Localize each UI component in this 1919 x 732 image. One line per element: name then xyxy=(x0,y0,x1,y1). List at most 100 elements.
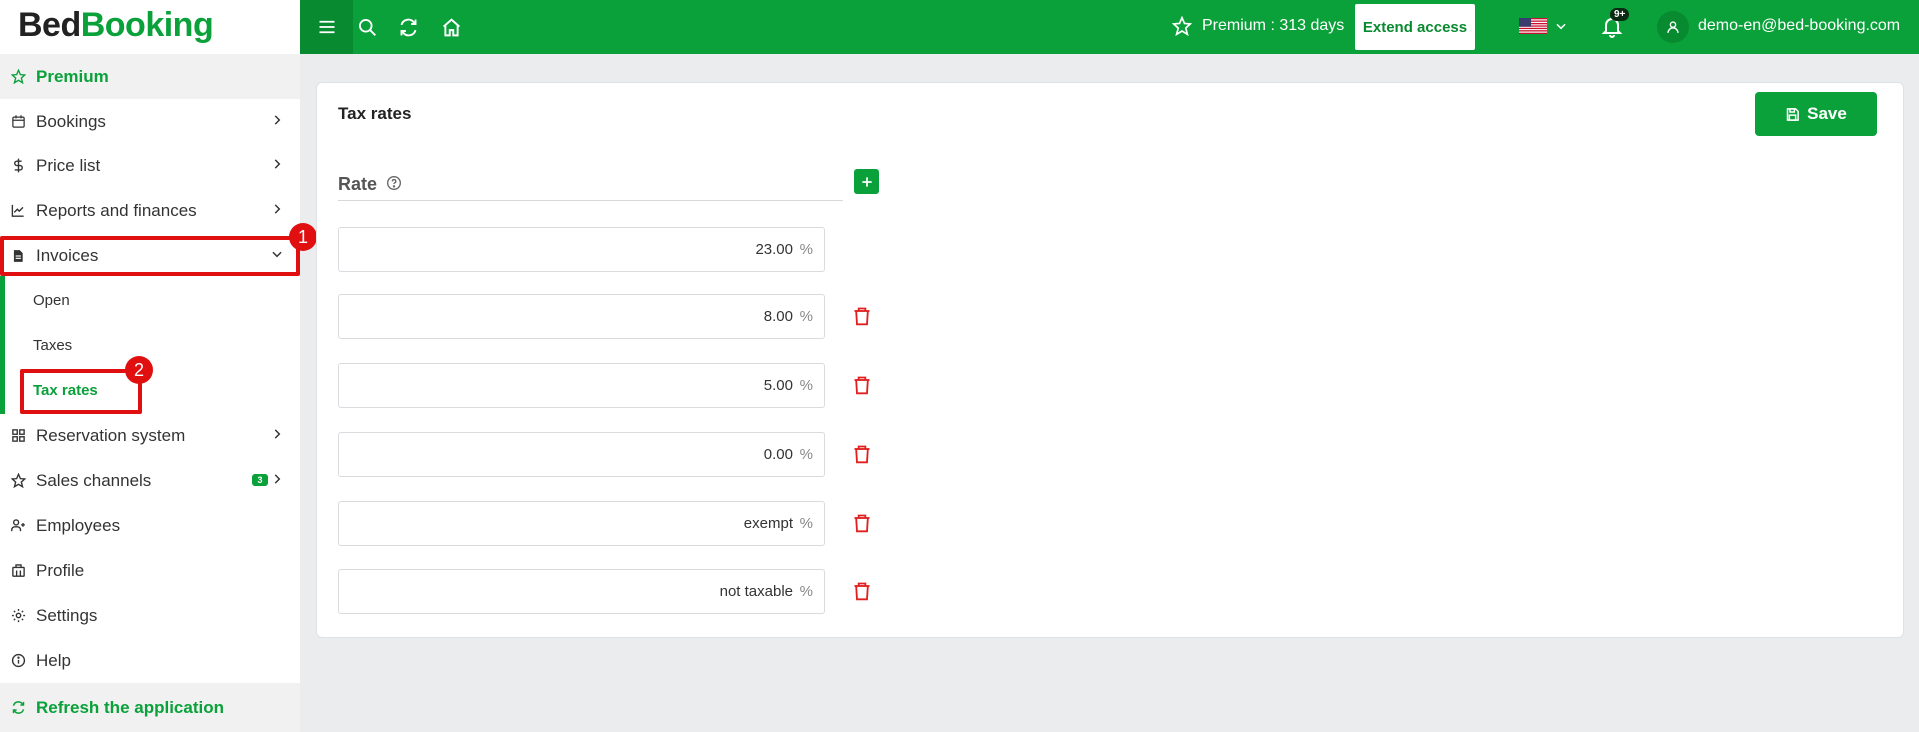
home-icon xyxy=(442,17,460,36)
chevron-right-icon xyxy=(274,474,281,484)
sidebar-item-reports[interactable]: Reports and finances xyxy=(0,188,300,233)
rate-input-row[interactable]: exempt % xyxy=(338,501,825,546)
sidebar-item-label: Employees xyxy=(36,515,121,535)
sync-icon xyxy=(400,18,416,36)
tax-rates-card: Tax rates Save Rate 23.00 % 8.00 % 5.00 … xyxy=(316,82,1904,638)
save-icon xyxy=(1786,107,1800,121)
home-button[interactable] xyxy=(440,16,462,38)
add-rate-button[interactable] xyxy=(854,169,879,194)
percent-unit: % xyxy=(799,583,813,600)
callout-number-2: 2 xyxy=(125,356,153,384)
sidebar-item-price-list[interactable]: Price list xyxy=(0,143,300,188)
trash-icon[interactable] xyxy=(852,580,872,602)
percent-unit: % xyxy=(799,446,813,463)
rate-input-row[interactable]: 8.00 % xyxy=(338,294,825,339)
rate-value: exempt xyxy=(743,515,793,532)
plus-icon xyxy=(861,176,872,187)
percent-unit: % xyxy=(799,308,813,325)
user-email[interactable]: demo-en@bed-booking.com xyxy=(1698,17,1900,35)
sidebar-item-bookings[interactable]: Bookings xyxy=(0,99,300,144)
user-icon xyxy=(1667,21,1679,33)
chevron-right-icon xyxy=(274,429,281,439)
grid-icon xyxy=(10,428,26,444)
star-icon xyxy=(10,473,26,489)
sidebar-subitem-label: Open xyxy=(33,292,70,309)
refresh-icon xyxy=(10,700,26,716)
help-icon[interactable] xyxy=(386,175,402,191)
sidebar-item-label: Reservation system xyxy=(36,425,186,445)
save-button[interactable]: Save xyxy=(1755,92,1877,136)
trash-icon[interactable] xyxy=(852,374,872,396)
chevron-right-icon xyxy=(274,159,281,169)
sidebar-subitem-open[interactable]: Open xyxy=(0,278,300,323)
chevron-right-icon xyxy=(274,204,281,214)
callout-number-1: 1 xyxy=(289,223,317,251)
sidebar-item-settings[interactable]: Settings xyxy=(0,593,300,638)
sidebar-item-label: Bookings xyxy=(36,111,106,131)
rate-header-label: Rate xyxy=(338,174,378,194)
sidebar-item-reservation-system[interactable]: Reservation system xyxy=(0,413,300,458)
rate-input-row[interactable]: 23.00 % xyxy=(338,227,825,272)
rate-input-row[interactable]: 0.00 % xyxy=(338,432,825,477)
sidebar-item-label: Profile xyxy=(36,560,85,580)
rate-value: 8.00 xyxy=(763,308,793,325)
percent-unit: % xyxy=(799,515,813,532)
percent-unit: % xyxy=(799,241,813,258)
sidebar-item-label: Help xyxy=(36,650,71,670)
page-title: Tax rates xyxy=(338,104,412,123)
menu-toggle-button[interactable] xyxy=(300,0,353,54)
trash-icon[interactable] xyxy=(852,305,872,327)
gear-icon xyxy=(10,608,26,624)
premium-status: Premium : 313 days xyxy=(1202,17,1345,34)
language-chevron-down-icon[interactable] xyxy=(1554,19,1568,33)
rate-input-row[interactable]: 5.00 % xyxy=(338,363,825,408)
percent-unit: % xyxy=(799,377,813,394)
sidebar-item-sales-channels[interactable]: Sales channels 3 xyxy=(0,458,300,503)
sidebar-item-employees[interactable]: Employees xyxy=(0,503,300,548)
us-flag-icon[interactable] xyxy=(1519,18,1547,34)
rate-value: 5.00 xyxy=(763,377,793,394)
chart-icon xyxy=(10,203,26,219)
search-icon xyxy=(359,19,376,36)
sidebar: BedBooking Premium Bookings Price list R… xyxy=(0,0,317,732)
trash-icon[interactable] xyxy=(852,443,872,465)
sidebar-item-label: Settings xyxy=(36,605,98,625)
logo-text-bed: Bed xyxy=(18,6,81,44)
rate-value: not taxable xyxy=(719,583,793,600)
premium-star-icon xyxy=(1172,16,1192,36)
rate-input-row[interactable]: not taxable % xyxy=(338,569,825,614)
avatar[interactable] xyxy=(1657,11,1689,43)
chevron-right-icon xyxy=(274,115,281,125)
sidebar-item-label: Reports and finances xyxy=(36,200,197,220)
sidebar-item-help[interactable]: Help xyxy=(0,638,300,683)
sidebar-item-label: Premium xyxy=(36,66,109,86)
sidebar-item-profile[interactable]: Profile xyxy=(0,548,300,593)
callout-box-1 xyxy=(0,236,300,276)
sidebar-item-label: Price list xyxy=(36,155,101,175)
refresh-application-button[interactable]: Refresh the application xyxy=(0,683,300,732)
sidebar-item-premium[interactable]: Premium xyxy=(0,54,300,99)
star-icon xyxy=(10,69,26,85)
dollar-icon xyxy=(10,158,26,174)
user-plus-icon xyxy=(10,518,26,534)
save-button-label: Save xyxy=(1807,104,1847,123)
search-button[interactable] xyxy=(356,16,378,38)
refresh-label: Refresh the application xyxy=(36,697,224,717)
calendar-icon xyxy=(10,114,26,130)
sidebar-subitem-label: Taxes xyxy=(33,337,73,354)
logo-text-booking: Booking xyxy=(80,6,214,44)
sales-channels-badge: 3 xyxy=(252,474,268,486)
info-icon xyxy=(10,653,26,669)
app-logo[interactable]: BedBooking xyxy=(0,0,300,54)
rate-value: 0.00 xyxy=(763,446,793,463)
sync-button[interactable] xyxy=(397,16,419,38)
extend-access-button[interactable]: Extend access xyxy=(1355,4,1475,50)
sidebar-item-label: Sales channels xyxy=(36,470,152,490)
trash-icon[interactable] xyxy=(852,512,872,534)
building-icon xyxy=(10,563,26,579)
notification-badge: 9+ xyxy=(1610,8,1630,21)
callout-box-2 xyxy=(20,369,142,414)
hamburger-icon xyxy=(319,20,334,34)
rate-column-header: Rate xyxy=(338,171,843,201)
top-bar: Premium : 313 days Extend access 9+ demo… xyxy=(300,0,1919,54)
